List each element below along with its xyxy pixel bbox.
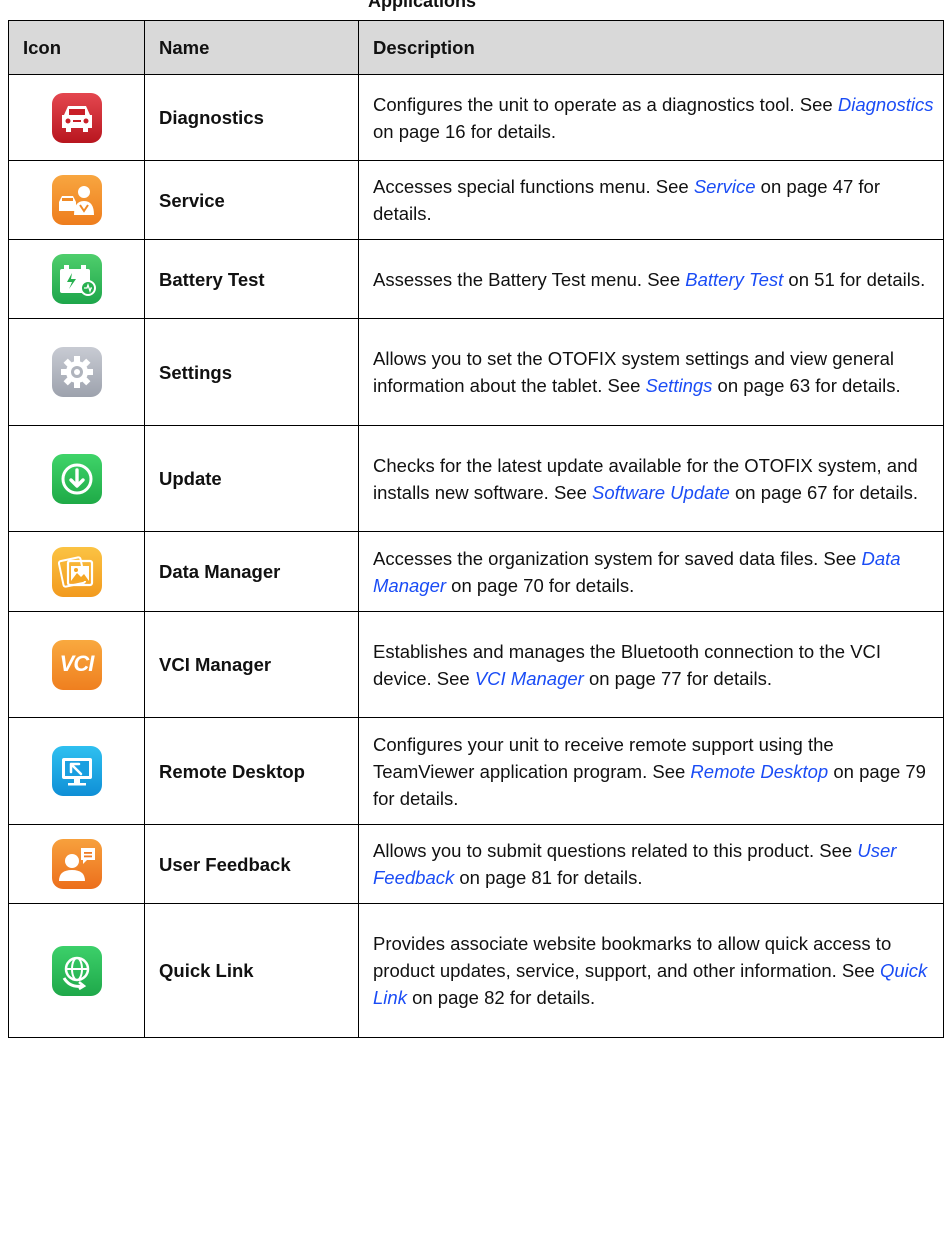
column-header-description: Description <box>358 20 944 75</box>
app-name: Quick Link <box>144 903 359 1038</box>
column-header-name: Name <box>144 20 359 75</box>
app-name: Settings <box>144 318 359 426</box>
table-row: Service Accesses special functions menu.… <box>8 160 944 240</box>
mechanic-car-icon <box>51 175 102 225</box>
app-name: Battery Test <box>144 239 359 319</box>
vci-icon: VCI <box>51 639 102 690</box>
description-link[interactable]: Battery Test <box>685 269 783 290</box>
monitor-cursor-icon <box>51 746 102 796</box>
download-arrow-icon <box>51 453 102 504</box>
description-link[interactable]: VCI Manager <box>475 668 584 689</box>
table-caption-text: Applications <box>368 0 477 11</box>
table-row: Data Manager Accesses the organization s… <box>8 531 944 612</box>
app-name: Update <box>144 425 359 532</box>
user-message-icon <box>51 839 102 889</box>
table-row: Remote Desktop Configures your unit to r… <box>8 717 944 825</box>
table-row: Update Checks for the latest update avai… <box>8 425 944 532</box>
app-name: Data Manager <box>144 531 359 612</box>
app-name: Remote Desktop <box>144 717 359 825</box>
car-icon <box>51 92 102 143</box>
vci-icon-label: VCI <box>59 650 95 676</box>
app-description: Accesses the organization system for sav… <box>358 531 944 612</box>
app-name: VCI Manager <box>144 611 359 718</box>
app-name: Diagnostics <box>144 74 359 161</box>
table-row: Battery Test Assesses the Battery Test m… <box>8 239 944 319</box>
app-description: Configures the unit to operate as a diag… <box>358 74 944 161</box>
app-description: Provides associate website bookmarks to … <box>358 903 944 1038</box>
app-description: Checks for the latest update available f… <box>358 425 944 532</box>
table-row: Quick Link Provides associate website bo… <box>8 903 944 1038</box>
column-header-icon: Icon <box>8 20 145 75</box>
table-row: User Feedback Allows you to submit quest… <box>8 824 944 904</box>
table-row: Settings Allows you to set the OTOFIX sy… <box>8 318 944 426</box>
table-header-row: Icon Name Description <box>8 20 944 75</box>
table-caption: Applications <box>0 0 945 14</box>
description-link[interactable]: Settings <box>646 375 713 396</box>
app-description: Configures your unit to receive remote s… <box>358 717 944 825</box>
app-name: Service <box>144 160 359 240</box>
app-description: Allows you to set the OTOFIX system sett… <box>358 318 944 426</box>
table-row: Diagnostics Configures the unit to opera… <box>8 74 944 161</box>
gear-icon <box>51 347 102 397</box>
applications-table: Icon Name Description Diagnostics Config… <box>8 20 944 1038</box>
table-row: VCI VCI Manager Establishes and manages … <box>8 611 944 718</box>
app-description: Establishes and manages the Bluetooth co… <box>358 611 944 718</box>
app-name: User Feedback <box>144 824 359 904</box>
description-link[interactable]: Diagnostics <box>838 94 934 115</box>
app-description: Assesses the Battery Test menu. See Batt… <box>358 239 944 319</box>
app-description: Allows you to submit questions related t… <box>358 824 944 904</box>
battery-icon <box>51 254 102 304</box>
description-link[interactable]: Service <box>694 176 756 197</box>
photo-folder-icon <box>51 546 102 597</box>
globe-refresh-icon <box>51 945 102 996</box>
description-link[interactable]: Software Update <box>592 482 730 503</box>
app-description: Accesses special functions menu. See Ser… <box>358 160 944 240</box>
description-link[interactable]: Remote Desktop <box>690 761 828 782</box>
